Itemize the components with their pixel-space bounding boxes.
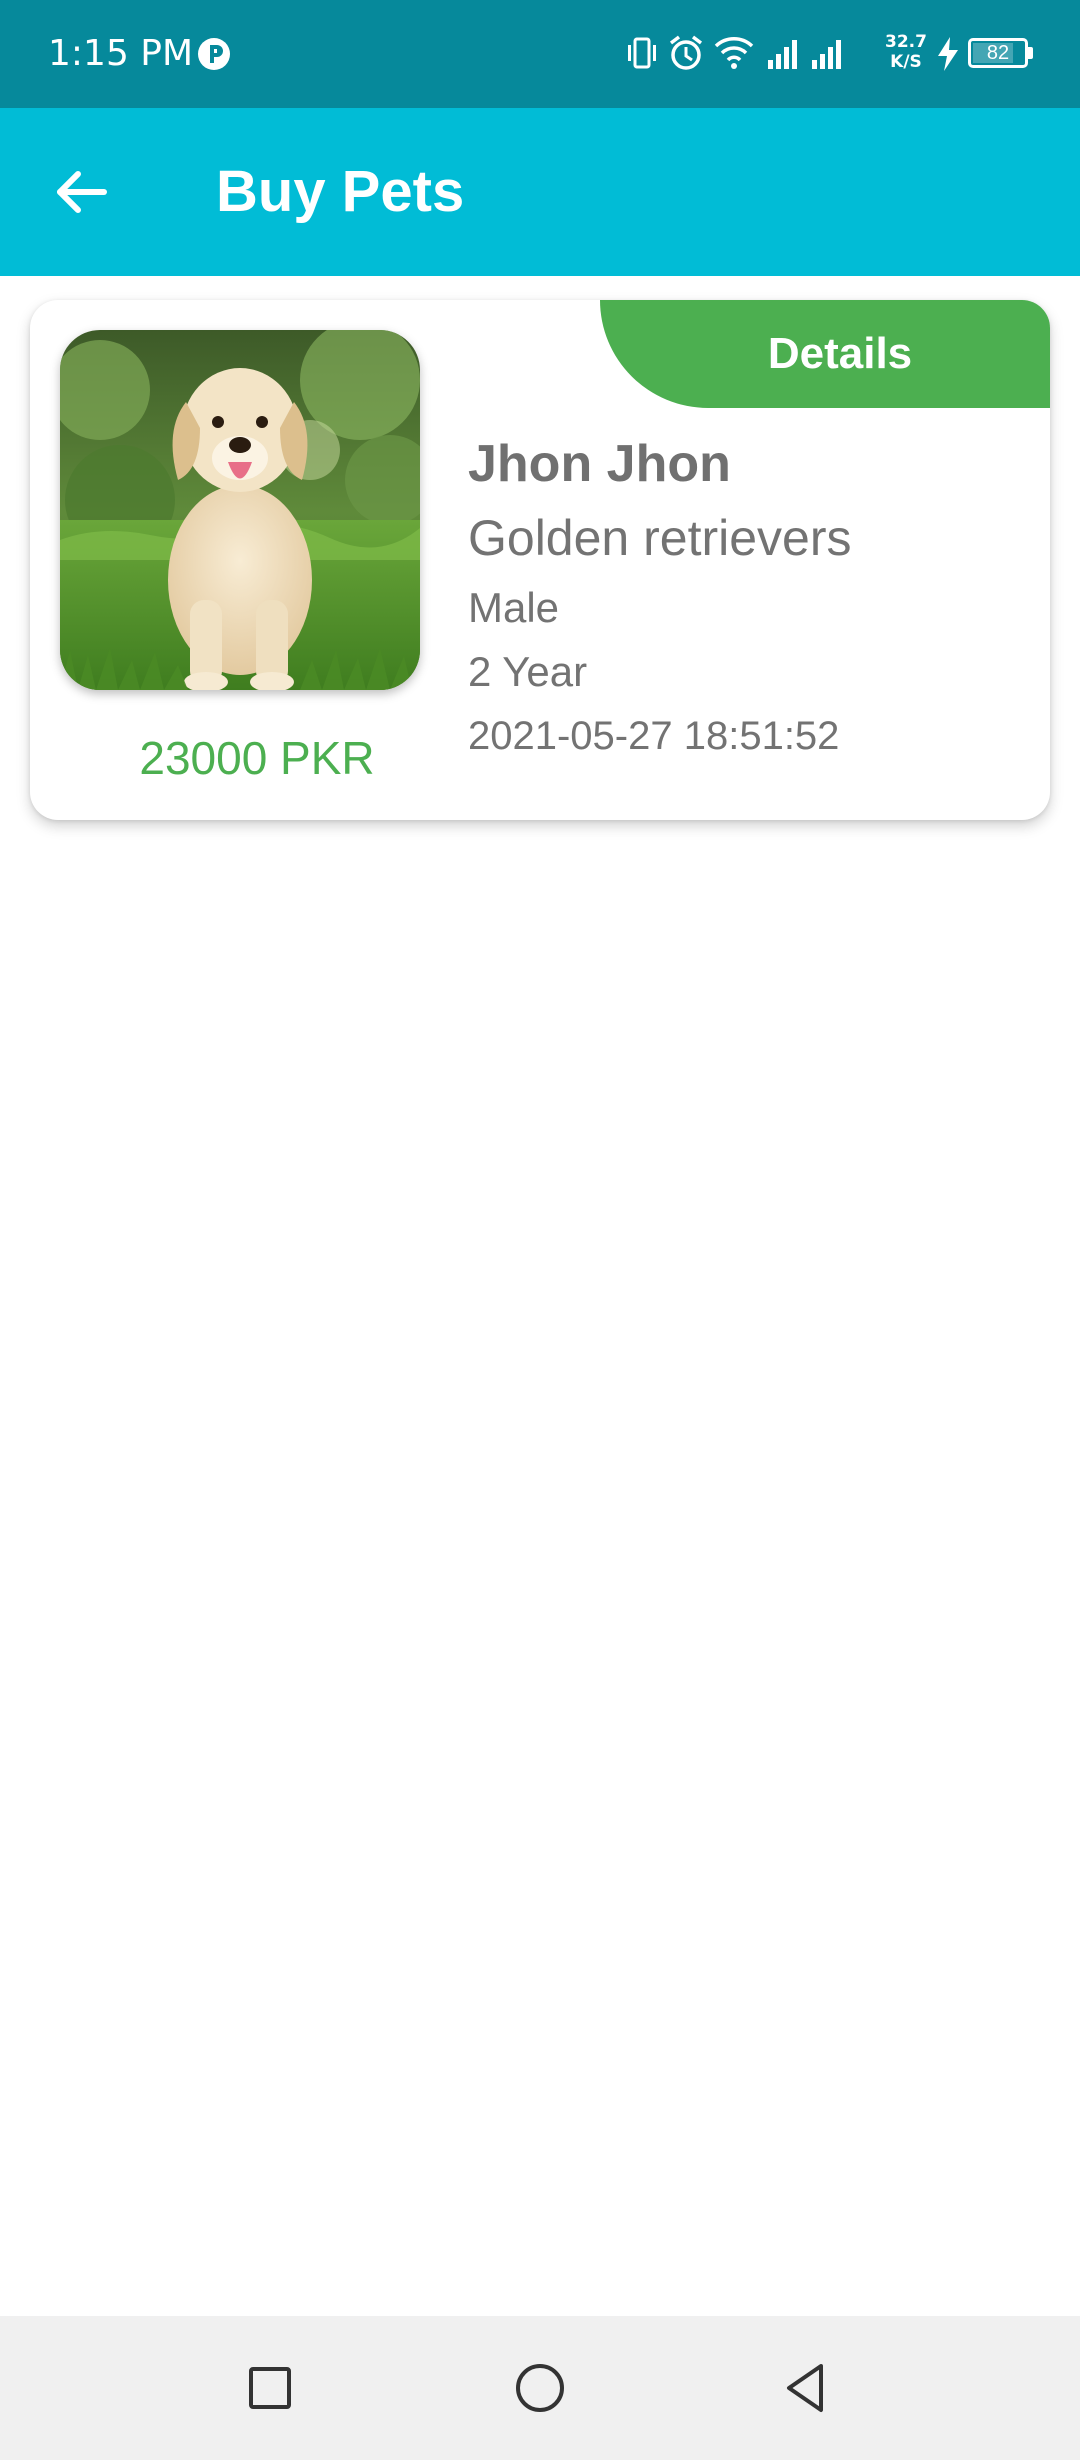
pet-card[interactable]: Details 23000 PKR Jhon Jhon Golden retri… (30, 300, 1050, 820)
back-triangle-icon (787, 2364, 823, 2412)
arrow-left-icon (57, 171, 107, 213)
status-bar: 1:15 PM 32.7 K/S 82 (0, 0, 1080, 108)
pet-gender: Male (468, 584, 560, 631)
wifi-icon (714, 37, 754, 69)
battery-icon: 82 (968, 38, 1028, 68)
home-circle-icon (516, 2364, 564, 2412)
charging-icon (938, 37, 958, 71)
network-speed-value: 32.7 (885, 32, 927, 52)
signal-icon (768, 40, 797, 69)
app-bar: Buy Pets (0, 108, 1080, 276)
pet-date: 2021-05-27 18:51:52 (468, 714, 840, 758)
vibrate-icon (628, 37, 656, 69)
battery-tip (1028, 47, 1033, 59)
signal-icon (812, 40, 841, 69)
app-notification-icon (198, 38, 230, 70)
pet-price: 23000 PKR (139, 732, 375, 784)
alarm-icon (669, 35, 703, 70)
recents-square-icon (249, 2367, 291, 2409)
back-nav-button[interactable] (770, 2352, 842, 2424)
pet-age: 2 Year (468, 648, 588, 695)
dog-image (60, 330, 420, 690)
system-nav-bar (0, 2316, 1080, 2460)
pet-photo (60, 330, 420, 690)
pet-info: Jhon Jhon Golden retrievers Male 2 Year … (468, 428, 1028, 768)
network-speed: 32.7 K/S (884, 32, 928, 72)
recents-button[interactable] (234, 2352, 306, 2424)
battery-level: 82 (986, 42, 1010, 64)
back-button[interactable] (40, 150, 124, 234)
home-button[interactable] (504, 2352, 576, 2424)
network-speed-unit: K/S (890, 52, 922, 72)
details-button[interactable]: Details (600, 300, 1050, 408)
status-time: 1:15 PM (48, 33, 194, 74)
page-title: Buy Pets (216, 159, 465, 224)
pet-breed: Golden retrievers (468, 510, 852, 566)
pet-name: Jhon Jhon (468, 435, 731, 493)
